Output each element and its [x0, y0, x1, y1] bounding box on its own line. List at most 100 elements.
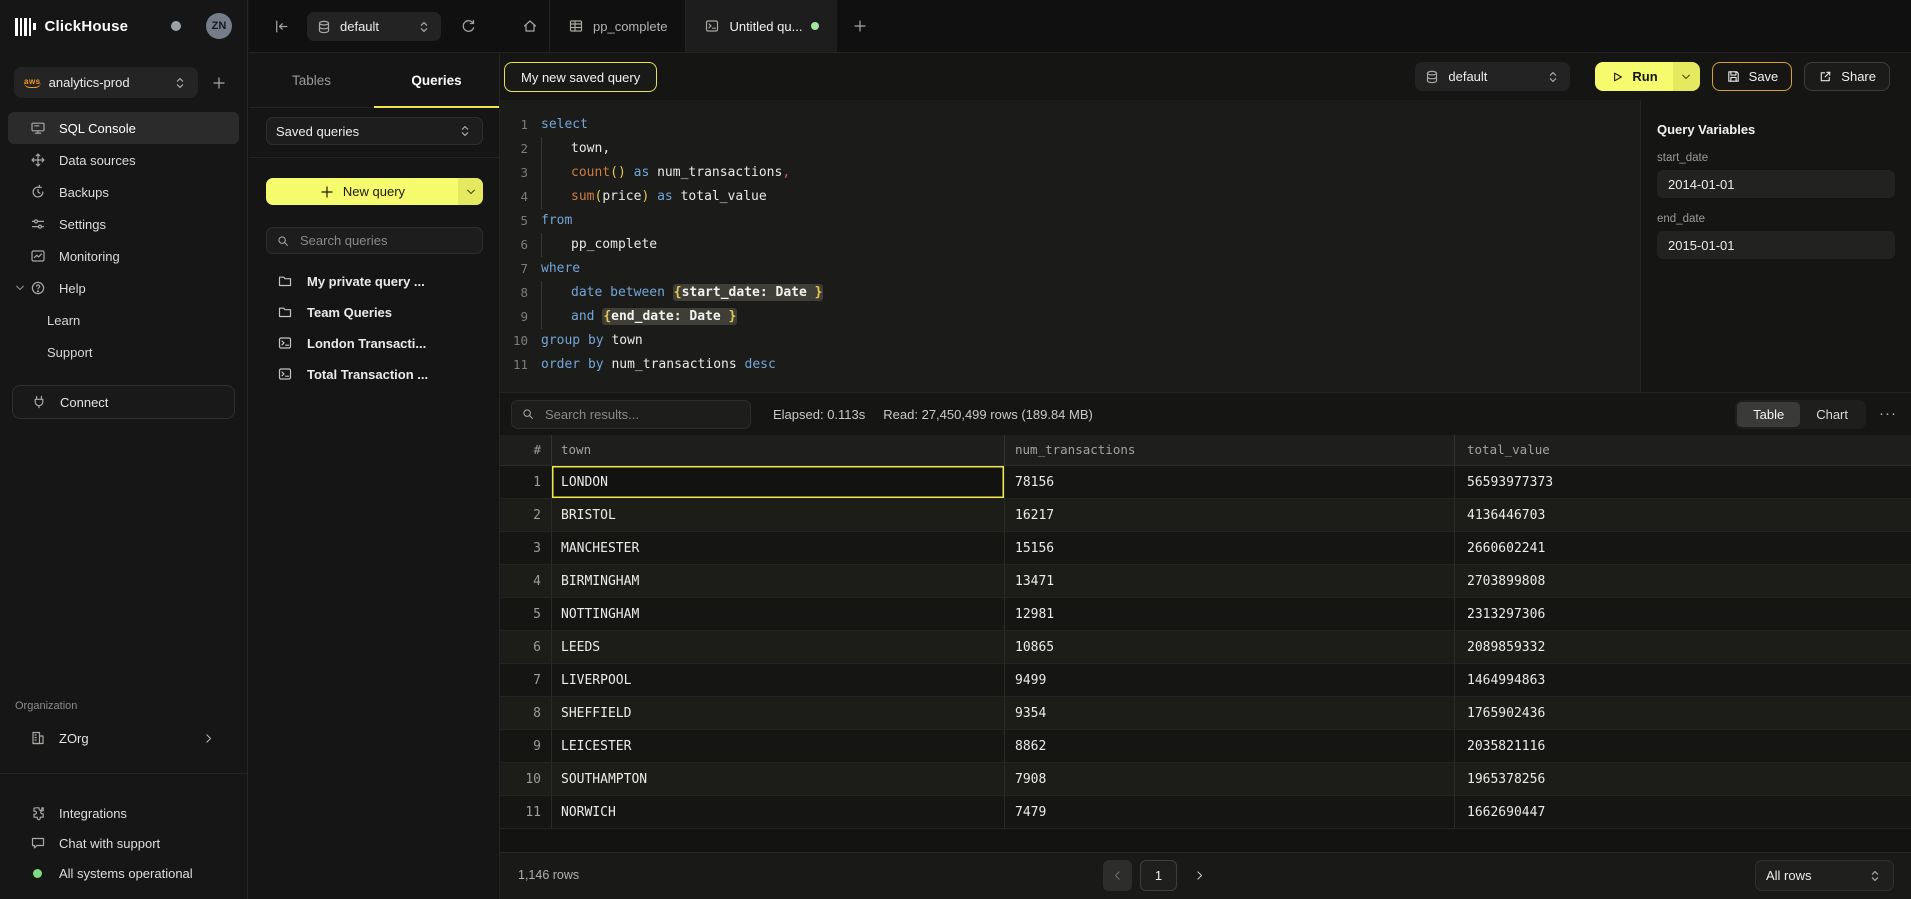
cell-town[interactable]: BIRMINGHAM	[551, 565, 1004, 598]
cell-num-transactions[interactable]: 16217	[1004, 499, 1454, 532]
cell-town[interactable]: LIVERPOOL	[551, 664, 1004, 697]
sidebar-footer-integrations[interactable]: Integrations	[0, 798, 247, 828]
cell-num-transactions[interactable]: 15156	[1004, 532, 1454, 565]
sql-code[interactable]: 1select2town,3count() as num_transaction…	[500, 100, 1640, 392]
view-toggle-table[interactable]: Table	[1737, 402, 1800, 427]
editor-line[interactable]: 11order by num_transactions desc	[500, 353, 1640, 377]
connect-button[interactable]: Connect	[12, 385, 235, 419]
saved-queries-list: My private query ... Team Queries London T…	[249, 268, 499, 392]
saved-query-item-total-transaction[interactable]: Total Transaction ...	[249, 361, 499, 387]
cell-total-value[interactable]: 1965378256	[1454, 763, 1911, 796]
sidebar-item-data-sources[interactable]: Data sources	[8, 144, 239, 176]
results-menu-button[interactable]: ···	[1879, 409, 1897, 419]
editor-line[interactable]: 1select	[500, 113, 1640, 137]
variable-input-start-date[interactable]	[1657, 170, 1895, 198]
cell-town[interactable]: SHEFFIELD	[551, 697, 1004, 730]
sidebar-item-sql-console[interactable]: SQL Console	[8, 112, 239, 144]
cell-total-value[interactable]: 1765902436	[1454, 697, 1911, 730]
refresh-icon[interactable]	[460, 18, 477, 35]
saved-query-item-team-queries[interactable]: Team Queries	[249, 299, 499, 325]
saved-query-tab[interactable]: My new saved query	[504, 62, 657, 92]
collapse-sidebar-icon[interactable]	[273, 18, 290, 35]
cell-town[interactable]: NORWICH	[551, 796, 1004, 829]
cell-town[interactable]: BRISTOL	[551, 499, 1004, 532]
new-query-button[interactable]: New query	[266, 178, 483, 205]
cell-total-value[interactable]: 2035821116	[1454, 730, 1911, 763]
next-page-button[interactable]	[1185, 860, 1213, 891]
cell-town[interactable]: LONDON	[551, 466, 1004, 499]
editor-line[interactable]: 4sum(price) as total_value	[500, 185, 1640, 209]
saved-query-item-london-transacti[interactable]: London Transacti...	[249, 330, 499, 356]
panel-tab-tables[interactable]: Tables	[249, 53, 374, 107]
sidebar-item-learn[interactable]: Learn	[8, 304, 239, 336]
editor-line[interactable]: 7where	[500, 257, 1640, 281]
sidebar-item-support[interactable]: Support	[8, 336, 239, 368]
view-toggle-chart[interactable]: Chart	[1800, 402, 1864, 427]
cell-num-transactions[interactable]: 12981	[1004, 598, 1454, 631]
save-button[interactable]: Save	[1712, 62, 1793, 91]
home-tab[interactable]	[511, 0, 549, 52]
user-avatar[interactable]: ZN	[206, 13, 232, 39]
cell-num-transactions[interactable]: 9499	[1004, 664, 1454, 697]
organization-switcher[interactable]: ZOrg	[0, 722, 247, 754]
cell-num-transactions[interactable]: 9354	[1004, 697, 1454, 730]
query-parameter-chip[interactable]: {start_date: Date }	[673, 284, 824, 301]
sidebar-item-monitoring[interactable]: Monitoring	[8, 240, 239, 272]
saved-queries-select[interactable]: Saved queries	[266, 117, 483, 145]
sidebar-footer-all-systems-operational[interactable]: All systems operational	[0, 858, 247, 888]
editor-line[interactable]: 5from	[500, 209, 1640, 233]
editor-database-select[interactable]: default	[1415, 62, 1570, 91]
sidebar-item-settings[interactable]: Settings	[8, 208, 239, 240]
share-button[interactable]: Share	[1804, 62, 1890, 91]
cell-town[interactable]: SOUTHAMPTON	[551, 763, 1004, 796]
query-parameter-chip[interactable]: {end_date: Date }	[602, 308, 737, 325]
cell-num-transactions[interactable]: 13471	[1004, 565, 1454, 598]
topbar-tab-pp-complete[interactable]: pp_complete	[549, 0, 685, 52]
topbar-database-select[interactable]: default	[307, 12, 441, 41]
cell-total-value[interactable]: 2089859332	[1454, 631, 1911, 664]
cell-total-value[interactable]: 56593977373	[1454, 466, 1911, 499]
editor-line[interactable]: 9and {end_date: Date }	[500, 305, 1640, 329]
new-query-dropdown[interactable]	[458, 178, 483, 205]
cell-town[interactable]: MANCHESTER	[551, 532, 1004, 565]
sidebar-item-backups[interactable]: Backups	[8, 176, 239, 208]
sidebar-item-help[interactable]: Help	[8, 272, 239, 304]
sidebar-footer-chat-with-support[interactable]: Chat with support	[0, 828, 247, 858]
editor-line[interactable]: 3count() as num_transactions,	[500, 161, 1640, 185]
variable-input-end-date[interactable]	[1657, 231, 1895, 259]
search-results-input[interactable]	[543, 406, 741, 423]
cell-num-transactions[interactable]: 7908	[1004, 763, 1454, 796]
chevron-down-icon	[465, 186, 477, 198]
cell-num-transactions[interactable]: 8862	[1004, 730, 1454, 763]
previous-page-button[interactable]	[1103, 860, 1132, 891]
add-service-button[interactable]	[208, 73, 230, 95]
cell-num-transactions[interactable]: 78156	[1004, 466, 1454, 499]
editor-line[interactable]: 10group by town	[500, 329, 1640, 353]
cell-total-value[interactable]: 2660602241	[1454, 532, 1911, 565]
run-button[interactable]: Run	[1595, 62, 1699, 91]
cell-total-value[interactable]: 1464994863	[1454, 664, 1911, 697]
editor-line[interactable]: 6pp_complete	[500, 233, 1640, 257]
page-size-select[interactable]: All rows	[1755, 860, 1894, 891]
cell-total-value[interactable]: 2703899808	[1454, 565, 1911, 598]
cell-total-value[interactable]: 1662690447	[1454, 796, 1911, 829]
panel-tab-queries[interactable]: Queries	[374, 53, 499, 107]
cell-total-value[interactable]: 4136446703	[1454, 499, 1911, 532]
cell-total-value[interactable]: 2313297306	[1454, 598, 1911, 631]
search-queries-input[interactable]	[298, 232, 473, 249]
building-icon	[30, 730, 46, 746]
sql-editor[interactable]: 1select2town,3count() as num_transaction…	[500, 100, 1911, 392]
cell-town[interactable]: LEEDS	[551, 631, 1004, 664]
cell-town[interactable]: NOTTINGHAM	[551, 598, 1004, 631]
cell-num-transactions[interactable]: 10865	[1004, 631, 1454, 664]
editor-line[interactable]: 2town,	[500, 137, 1640, 161]
cell-num-transactions[interactable]: 7479	[1004, 796, 1454, 829]
new-tab-button[interactable]	[837, 0, 883, 52]
current-page[interactable]: 1	[1140, 860, 1177, 891]
service-select[interactable]: aws analytics-prod	[14, 67, 198, 98]
run-options-dropdown[interactable]	[1673, 62, 1700, 91]
saved-query-item-my-private-query[interactable]: My private query ...	[249, 268, 499, 294]
cell-town[interactable]: LEICESTER	[551, 730, 1004, 763]
editor-line[interactable]: 8date between {start_date: Date }	[500, 281, 1640, 305]
topbar-tab-untitled-qu[interactable]: Untitled qu...	[685, 0, 837, 52]
